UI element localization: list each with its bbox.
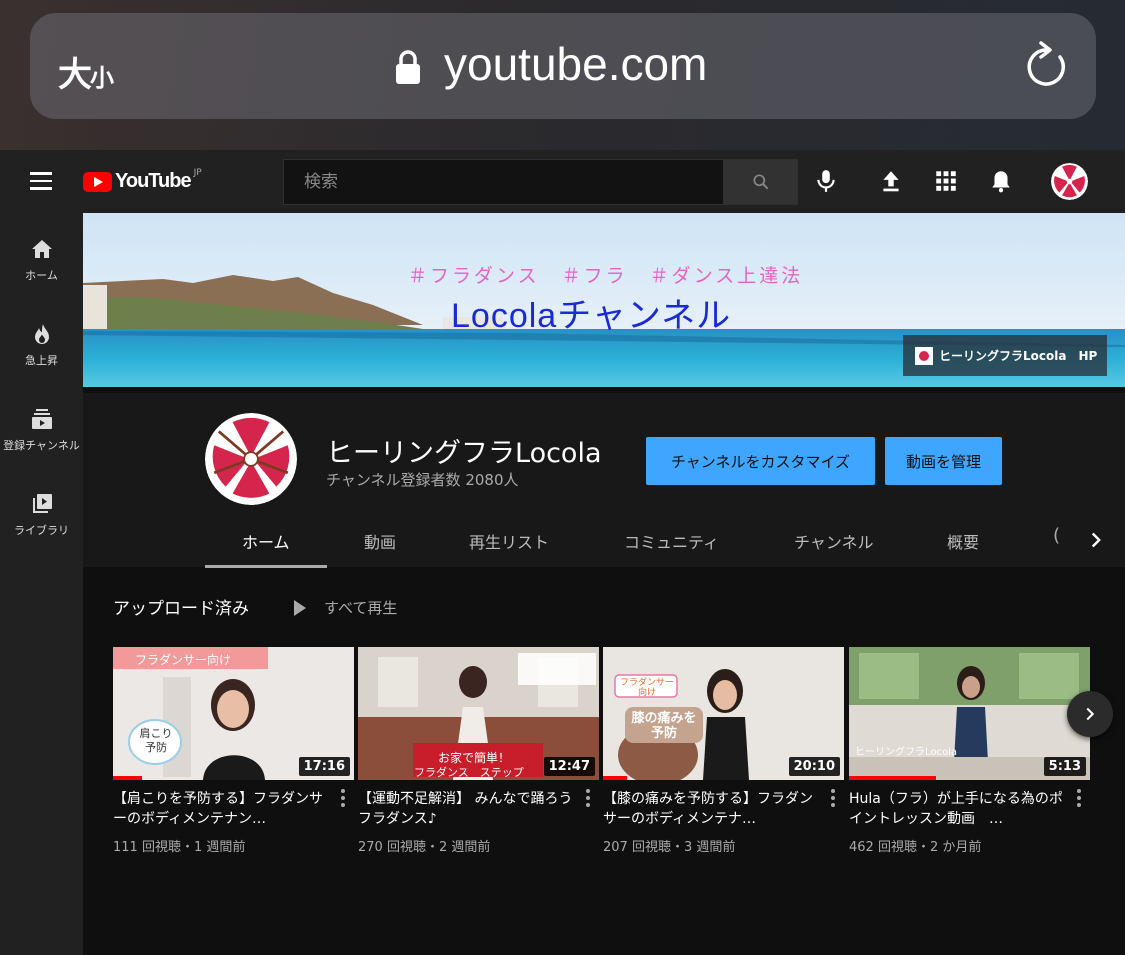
- manage-videos-button[interactable]: 動画を管理: [885, 437, 1002, 485]
- site-favicon-icon: [915, 346, 933, 365]
- tab-home[interactable]: ホーム: [242, 529, 290, 553]
- channel-tabs: ホーム 動画 再生リスト コミュニティ チャンネル 概要 (: [205, 513, 1105, 568]
- video-duration: 20:10: [788, 757, 840, 776]
- guide-item-label: 登録チャンネル: [3, 439, 80, 452]
- thumbnail-caption-top: フラダンサー向け: [135, 653, 232, 667]
- more-actions-icon[interactable]: [585, 789, 591, 809]
- video-duration: 5:13: [1043, 757, 1086, 776]
- channel-banner: ＃フラダンス ＃フラ ＃ダンス上達法 Locolaチャンネル ヒーリングフラLo…: [83, 213, 1125, 387]
- url-text: youtube.com: [444, 38, 708, 90]
- tab-playlists[interactable]: 再生リスト: [469, 529, 549, 553]
- video-title[interactable]: Hula（フラ）が上手になる為のポイントレッスン動画 …: [849, 789, 1064, 829]
- address-bar[interactable]: 大小 youtube.com: [30, 13, 1096, 119]
- video-card[interactable]: フラダンサー向け 肩こり予防 17:16 【肩こりを予防する】フラダンサーのボデ…: [113, 647, 354, 855]
- section-title: アップロード済み: [113, 599, 249, 619]
- guide-item-label: ライブラリ: [14, 524, 69, 537]
- subscriptions-icon: [31, 409, 52, 429]
- banner-title: Locolaチャンネル: [451, 297, 732, 335]
- channel-name: ヒーリングフラLocola: [326, 438, 602, 469]
- logo-text: YouTube: [115, 170, 192, 192]
- browser-toolbar: 大小 youtube.com: [0, 0, 1125, 150]
- active-tab-indicator: [205, 565, 327, 568]
- flame-icon: [34, 324, 49, 344]
- banner-link-label: ヒーリングフラLocola: [939, 349, 1067, 363]
- video-card[interactable]: お家で簡単！ フラダンス ステップ 12:47 【運動不足解消】 みんなで踊ろう…: [358, 647, 599, 855]
- subscriber-count: チャンネル登録者数 2080人: [326, 471, 519, 489]
- search-input[interactable]: [284, 160, 723, 204]
- thumbnail-caption-side: フラダンス ステップ: [414, 766, 524, 779]
- video-thumbnail[interactable]: ヒーリングフラLocola 5:13: [849, 647, 1090, 780]
- youtube-logo[interactable]: YouTube JP: [83, 168, 202, 196]
- video-duration: 12:47: [543, 757, 595, 776]
- tab-channels[interactable]: チャンネル: [794, 529, 874, 553]
- watch-progress: [849, 776, 936, 780]
- channel-header: ヒーリングフラLocola チャンネル登録者数 2080人 チャンネルをカスタマ…: [83, 393, 1125, 568]
- avatar[interactable]: [1051, 163, 1088, 200]
- guide-item-subscriptions[interactable]: 登録チャンネル: [0, 383, 83, 453]
- more-actions-icon[interactable]: [1076, 789, 1082, 809]
- guide-item-label: ホーム: [25, 269, 58, 282]
- youtube-play-icon: [83, 172, 112, 192]
- video-duration: 17:16: [298, 757, 350, 776]
- play-all-button[interactable]: すべて再生: [294, 597, 397, 618]
- play-all-label: すべて再生: [324, 599, 398, 617]
- logo-region: JP: [193, 168, 202, 178]
- library-icon: [32, 494, 52, 513]
- tab-videos[interactable]: 動画: [364, 529, 396, 553]
- search-button[interactable]: [723, 159, 798, 205]
- guide-item-library[interactable]: ライブラリ: [0, 468, 83, 538]
- thumbnail-caption-side: 膝の痛みを予防: [631, 711, 697, 741]
- chevron-right-icon: [1086, 707, 1095, 721]
- tab-about[interactable]: 概要: [947, 529, 979, 553]
- video-meta: 207 回視聴・3 週間前: [603, 840, 736, 855]
- play-icon: [294, 599, 306, 616]
- youtube-header: YouTube JP: [0, 150, 1125, 213]
- mini-guide: ホーム 急上昇 登録チャンネル ライブラリ: [0, 213, 83, 955]
- video-thumbnail[interactable]: フラダンサー向け 膝の痛みを予防 20:10: [603, 647, 844, 780]
- customize-channel-button[interactable]: チャンネルをカスタマイズ: [646, 437, 875, 485]
- mic-icon[interactable]: [813, 168, 839, 194]
- menu-icon[interactable]: [30, 172, 52, 190]
- video-thumbnail[interactable]: お家で簡単！ フラダンス ステップ 12:47: [358, 647, 599, 780]
- watch-progress: [603, 776, 628, 780]
- chevron-right-icon[interactable]: [1083, 527, 1109, 553]
- text-size-large-label: 大: [58, 55, 92, 95]
- thumbnail-caption-side: 肩こり予防: [139, 727, 173, 754]
- tab-community[interactable]: コミュニティ: [624, 529, 719, 553]
- text-size-button[interactable]: 大小: [58, 47, 114, 96]
- bell-icon[interactable]: [988, 168, 1014, 194]
- video-card[interactable]: フラダンサー向け 膝の痛みを予防 20:10 【膝の痛みを予防する】フラダンサー…: [603, 647, 844, 855]
- video-card[interactable]: ヒーリングフラLocola 5:13 Hula（フラ）が上手になる為のポイントレ…: [849, 647, 1090, 855]
- tab-search-partial[interactable]: (: [1053, 525, 1060, 546]
- apps-icon[interactable]: [933, 168, 959, 194]
- upload-icon[interactable]: [878, 168, 904, 194]
- guide-item-home[interactable]: ホーム: [0, 213, 83, 283]
- banner-link-suffix: HP: [1078, 348, 1098, 363]
- search-box: [283, 159, 724, 205]
- video-meta: 462 回視聴・2 か月前: [849, 840, 982, 855]
- text-size-small-label: 小: [90, 64, 114, 92]
- banner-tags: ＃フラダンス ＃フラ ＃ダンス上達法: [408, 265, 804, 287]
- more-actions-icon[interactable]: [340, 789, 346, 809]
- banner-link-homepage[interactable]: ヒーリングフラLocola HP: [903, 335, 1107, 376]
- thumbnail-caption-side: ヒーリングフラLocola: [855, 747, 958, 758]
- thumbnail-caption-top: フラダンサー向け: [619, 678, 674, 698]
- guide-item-label: 急上昇: [25, 354, 58, 367]
- more-actions-icon[interactable]: [830, 789, 836, 809]
- lock-icon: [396, 50, 420, 84]
- shelf-next-button[interactable]: [1067, 691, 1113, 737]
- channel-avatar: [205, 413, 297, 505]
- home-icon: [31, 240, 52, 258]
- reload-icon[interactable]: [1022, 41, 1070, 91]
- video-title[interactable]: 【肩こりを予防する】フラダンサーのボディメンテナン…: [113, 789, 328, 829]
- video-thumbnail[interactable]: フラダンサー向け 肩こり予防 17:16: [113, 647, 354, 780]
- video-meta: 111 回視聴・1 週間前: [113, 840, 246, 855]
- guide-item-trending[interactable]: 急上昇: [0, 298, 83, 368]
- search-icon: [753, 174, 769, 190]
- video-meta: 270 回視聴・2 週間前: [358, 840, 491, 855]
- watch-progress: [113, 776, 142, 780]
- video-title[interactable]: 【運動不足解消】 みんなで踊ろうフラダンス♪: [358, 789, 573, 829]
- video-title[interactable]: 【膝の痛みを予防する】フラダンサーのボディメンテナ…: [603, 789, 818, 829]
